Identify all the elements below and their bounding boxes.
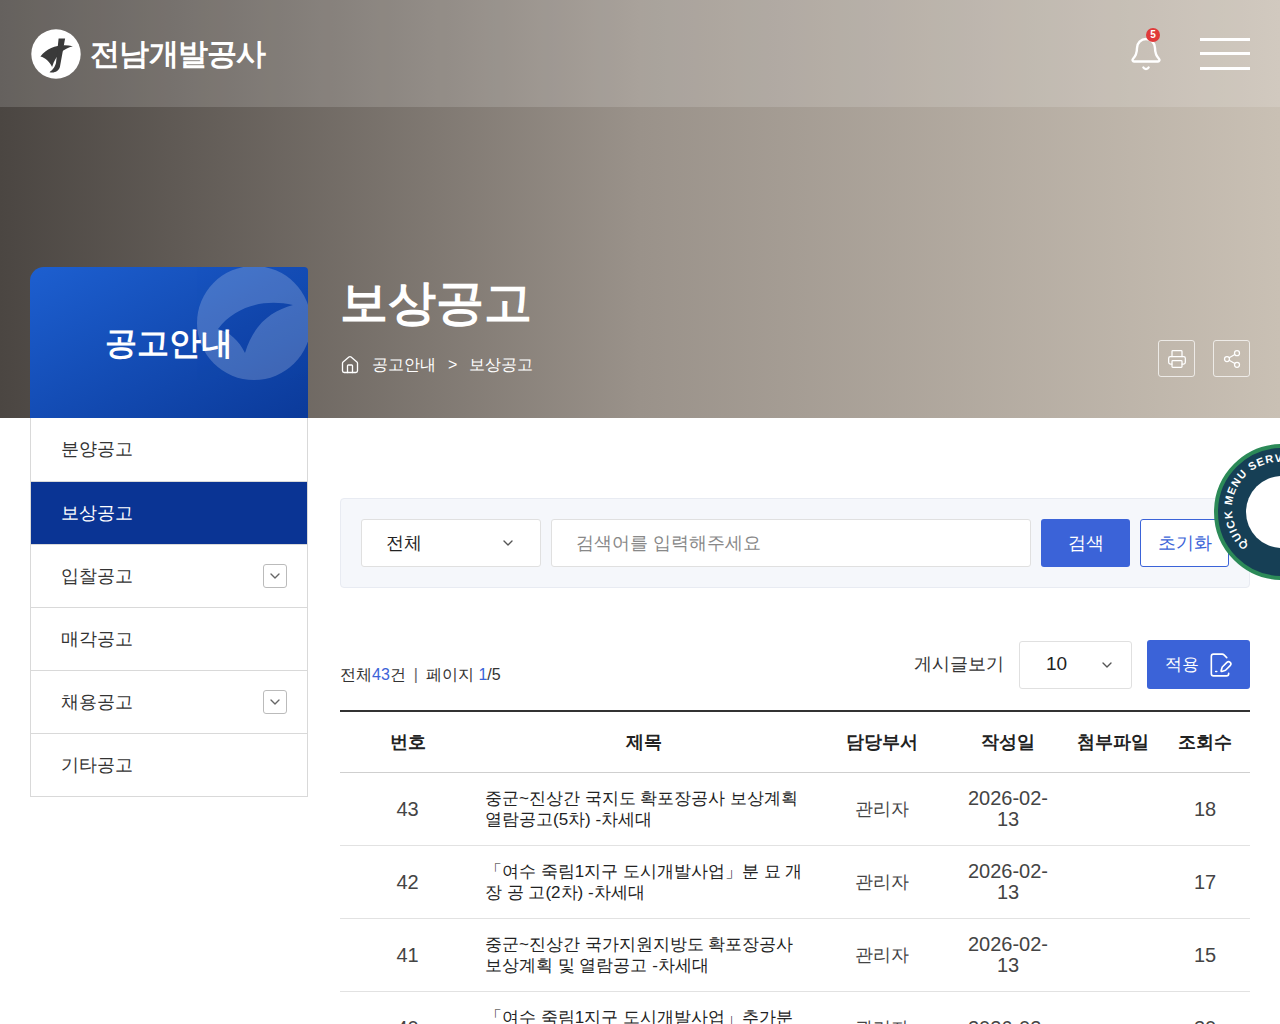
breadcrumb-separator: > [448,353,457,377]
menu-button[interactable] [1200,36,1250,72]
page-size-select[interactable]: 10 [1019,641,1132,689]
expand-toggle[interactable] [263,564,287,588]
share-icon [1222,349,1242,369]
column-header: 작성일 [950,729,1066,756]
chevron-down-icon [1099,657,1115,673]
edit-icon [1207,652,1233,678]
row-title[interactable]: 중군~진상간 국지도 확포장공사 보상계획 열람공고(5차) -차세대 [475,780,813,838]
search-bar: 전체검색어를 입력해주세요검색초기화 [340,498,1250,588]
notification-badge: 5 [1146,28,1160,42]
printer-icon [1167,349,1187,369]
expand-toggle[interactable] [263,690,287,714]
table-header: 번호제목담당부서작성일첨부파일조회수 [340,712,1250,773]
top-bar: 전남개발공사 5 [0,0,1280,107]
logo[interactable]: 전남개발공사 [30,28,266,80]
sidebar-header: 공고안내 [30,267,308,418]
quick-menu-ring: QUICK MENU SERVICE [1218,448,1280,576]
apply-button[interactable]: 적용 [1147,640,1250,689]
bell-icon [1128,36,1164,72]
sidebar-item[interactable]: 매각공고 [31,607,307,670]
row-title[interactable]: 「여수 죽림1지구 도시개발사업」분 묘 개 장 공 고(2차) -차세대 [475,853,813,911]
table-row[interactable]: 40「여수 죽림1지구 도시개발사업」추가분묘 개관리자2026-02-20 [340,992,1250,1024]
breadcrumb-item[interactable]: 보상공고 [469,353,533,377]
search-button[interactable]: 검색 [1041,519,1130,567]
column-header: 제목 [475,729,813,756]
share-button[interactable] [1213,340,1250,377]
notice-table: 번호제목담당부서작성일첨부파일조회수43중군~진상간 국지도 확포장공사 보상계… [340,710,1250,1024]
breadcrumb-item[interactable]: 공고안내 [372,353,436,377]
search-input[interactable]: 검색어를 입력해주세요 [551,519,1031,567]
sidebar: 공고안내분양공고보상공고입찰공고매각공고채용공고기타공고 [30,267,308,797]
sidebar-item[interactable]: 입찰공고 [31,544,307,607]
page-title: 보상공고 [340,279,533,327]
row-title[interactable]: 「여수 죽림1지구 도시개발사업」추가분묘 개 [475,999,813,1024]
result-summary: 전체43건|페이지 1/5 [340,663,501,689]
print-button[interactable] [1158,340,1195,377]
logo-icon [30,28,82,80]
table-row[interactable]: 43중군~진상간 국지도 확포장공사 보상계획 열람공고(5차) -차세대관리자… [340,773,1250,846]
chevron-down-icon [500,535,516,551]
chevron-down-icon [267,694,283,710]
table-row[interactable]: 42「여수 죽림1지구 도시개발사업」분 묘 개 장 공 고(2차) -차세대관… [340,846,1250,919]
sidebar-item[interactable]: 보상공고 [31,481,307,544]
column-header: 번호 [340,729,475,756]
sidebar-item[interactable]: 채용공고 [31,670,307,733]
table-row[interactable]: 41중군~진상간 국가지원지방도 확포장공사 보상계획 및 열람공고 -차세대관… [340,919,1250,992]
quick-menu[interactable]: QUICK MENU SERVICE [1214,444,1280,580]
page: 전남개발공사5보상공고공고안내>보상공고공고안내분양공고보상공고입찰공고매각공고… [0,0,1280,1024]
row-title[interactable]: 중군~진상간 국가지원지방도 확포장공사 보상계획 및 열람공고 -차세대 [475,926,813,984]
home-icon[interactable] [340,355,360,375]
column-header: 조회수 [1160,729,1250,756]
breadcrumb: 공고안내 > 보상공고 [340,353,533,377]
category-select[interactable]: 전체 [361,519,541,567]
column-header: 첨부파일 [1066,729,1160,756]
svg-text:QUICK MENU SERVICE: QUICK MENU SERVICE [1222,452,1280,552]
sidebar-item[interactable]: 기타공고 [31,733,307,796]
page-size-label: 게시글보기 [914,651,1004,678]
sidebar-item[interactable]: 분양공고 [31,418,307,481]
column-header: 담당부서 [813,729,950,756]
notification-button[interactable]: 5 [1126,32,1166,76]
chevron-down-icon [267,568,283,584]
